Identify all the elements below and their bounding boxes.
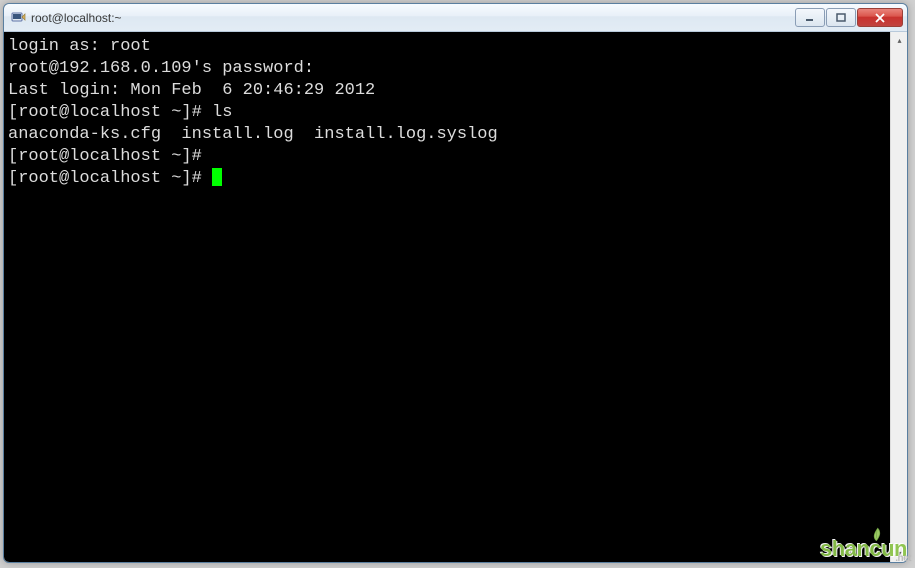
maximize-button[interactable] [826, 8, 856, 27]
scroll-up-button[interactable]: ▴ [891, 32, 908, 49]
client-area: login as: root root@192.168.0.109's pass… [4, 32, 907, 562]
terminal-window: root@localhost:~ login as: root root@192… [3, 3, 908, 563]
terminal-cursor [212, 168, 222, 186]
titlebar[interactable]: root@localhost:~ [4, 4, 907, 32]
window-title: root@localhost:~ [31, 11, 794, 25]
watermark-sub: .net [895, 553, 911, 564]
scrollbar[interactable]: ▴ ▾ [890, 32, 907, 562]
putty-icon [10, 10, 26, 26]
minimize-button[interactable] [795, 8, 825, 27]
terminal-output[interactable]: login as: root root@192.168.0.109's pass… [4, 32, 890, 562]
watermark: shancun .net [820, 536, 907, 562]
window-controls [794, 8, 903, 27]
close-button[interactable] [857, 8, 903, 27]
